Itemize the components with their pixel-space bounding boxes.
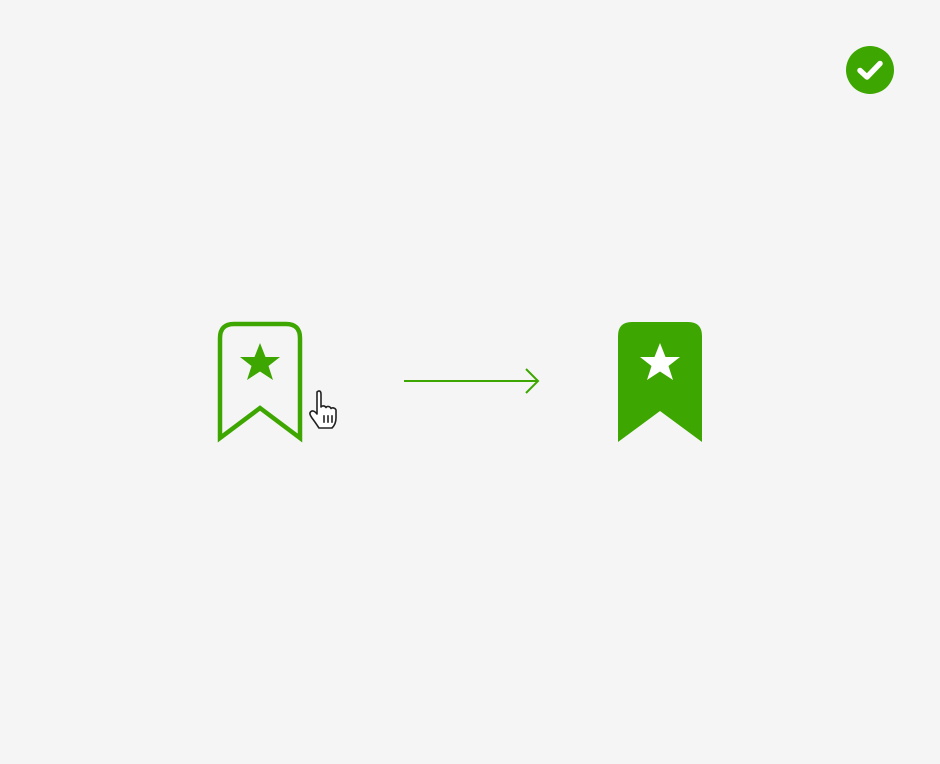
bookmark-star-outline-icon[interactable] xyxy=(216,320,304,444)
arrow-right-icon xyxy=(404,368,540,394)
bookmark-star-filled-icon xyxy=(618,322,702,442)
illustration-canvas xyxy=(0,0,940,764)
check-circle-icon xyxy=(846,46,894,94)
hand-pointer-icon xyxy=(309,390,337,429)
